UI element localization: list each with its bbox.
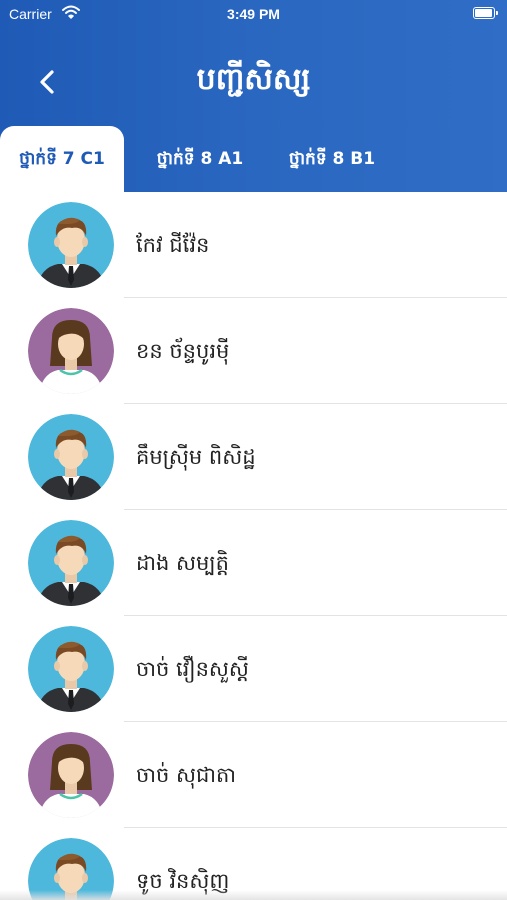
app-header: Carrier 3:49 PM បញ្ជីសិស្ស ថ្នាក់ទី 7 C1…	[0, 0, 507, 192]
class-tabs: ថ្នាក់ទី 7 C1 ថ្នាក់ទី 8 A1 ថ្នាក់ទី 8 B…	[0, 126, 507, 192]
student-list: កែវ ជីវ៉ែន ខន ច័ន្ទបូរមុី គឹមស្រ៊ីម ពិសិ…	[0, 192, 507, 900]
page-title: បញ្ជីសិស្ស	[196, 62, 311, 97]
status-bar: Carrier 3:49 PM	[0, 0, 507, 28]
status-time: 3:49 PM	[227, 6, 280, 22]
male-avatar-icon	[28, 520, 114, 606]
female-avatar-icon	[28, 308, 114, 394]
tab-grade-8-b1[interactable]: ថ្នាក់ទី 8 B1	[268, 126, 396, 192]
student-name: ចាច់ វឿនសួស្ដី	[136, 657, 249, 681]
student-row[interactable]: ចាច់ វឿនសួស្ដី	[0, 616, 507, 722]
male-avatar-icon	[28, 414, 114, 500]
student-row[interactable]: គឹមស្រ៊ីម ពិសិដ្ឋ	[0, 404, 507, 510]
student-name: ខន ច័ន្ទបូរមុី	[136, 339, 230, 363]
student-row[interactable]: ដាង សម្បត្តិ	[0, 510, 507, 616]
male-avatar-icon	[28, 626, 114, 712]
male-avatar-icon	[28, 202, 114, 288]
student-name: ចាច់ សុជាតា	[136, 763, 236, 787]
student-name: ដាង សម្បត្តិ	[136, 551, 229, 575]
tab-grade-8-a1[interactable]: ថ្នាក់ទី 8 A1	[136, 126, 264, 192]
student-row[interactable]: កែវ ជីវ៉ែន	[0, 192, 507, 298]
female-avatar-icon	[28, 732, 114, 818]
student-name: គឹមស្រ៊ីម ពិសិដ្ឋ	[136, 445, 256, 469]
battery-icon	[473, 7, 498, 19]
student-row[interactable]: ចាច់ សុជាតា	[0, 722, 507, 828]
tab-grade-7-c1[interactable]: ថ្នាក់ទី 7 C1	[0, 126, 124, 192]
student-name: កែវ ជីវ៉ែន	[136, 233, 210, 257]
student-row[interactable]: ខន ច័ន្ទបូរមុី	[0, 298, 507, 404]
scroll-fade	[0, 890, 507, 900]
